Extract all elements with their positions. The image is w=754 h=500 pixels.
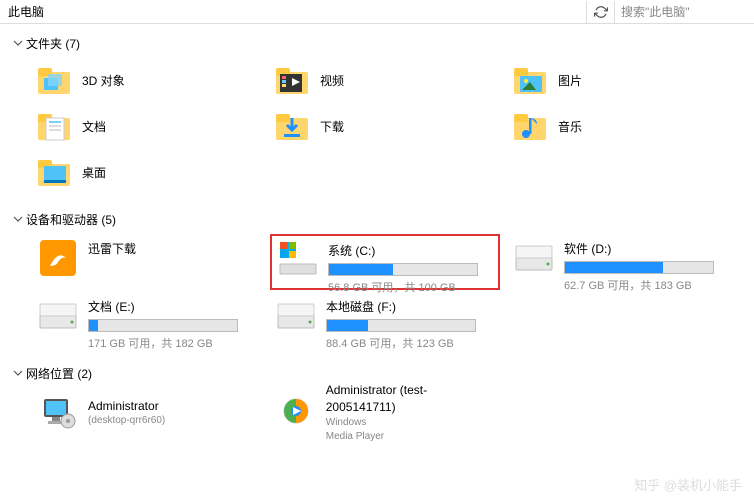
drive-status: 171 GB 可用，共 182 GB [88, 335, 258, 351]
refresh-icon [594, 5, 608, 19]
folders-section-header[interactable]: 文件夹 (7) [10, 32, 754, 54]
drive-name: 本地磁盘 (F:) [326, 298, 496, 315]
drives-section-title: 设备和驱动器 (5) [26, 211, 116, 228]
folder-icon [510, 106, 550, 146]
chevron-down-icon [12, 367, 24, 379]
drive-usage-bar [328, 263, 478, 276]
folder-icon [34, 106, 74, 146]
header-bar: 此电脑 搜索"此电脑" [0, 0, 754, 24]
drive-item[interactable]: 软件 (D:) 62.7 GB 可用，共 183 GB [508, 234, 738, 290]
drive-icon [512, 238, 556, 278]
network-section-header[interactable]: 网络位置 (2) [10, 362, 754, 384]
folders-section: 文件夹 (7) 3D 对象 视频 图片文档 下载 音乐桌面 [10, 32, 754, 202]
breadcrumb[interactable]: 此电脑 [0, 3, 586, 20]
folder-item[interactable]: 下载 [270, 104, 500, 148]
folder-item[interactable]: 3D 对象 [32, 58, 262, 102]
chevron-down-icon [12, 37, 24, 49]
drive-status: 88.4 GB 可用，共 123 GB [326, 335, 496, 351]
folder-icon [34, 152, 74, 192]
refresh-button[interactable] [586, 1, 614, 23]
folder-item[interactable]: 音乐 [508, 104, 738, 148]
network-label-line2: (desktop-qrr6r60) [88, 414, 165, 428]
drive-name: 系统 (C:) [328, 242, 494, 259]
network-item[interactable]: Administrator(desktop-qrr6r60) [32, 388, 262, 438]
drive-status: 62.7 GB 可用，共 183 GB [564, 277, 734, 293]
drive-icon [36, 238, 80, 278]
network-item[interactable]: Administrator (test-2005141711)WindowsMe… [270, 388, 500, 438]
drive-item[interactable]: 文档 (E:) 171 GB 可用，共 182 GB [32, 292, 262, 348]
network-label-line2: Windows [326, 416, 496, 430]
network-icon [36, 393, 80, 433]
drive-name: 迅雷下载 [88, 240, 258, 257]
drive-name: 文档 (E:) [88, 298, 258, 315]
drive-icon [36, 296, 80, 336]
drive-icon [274, 296, 318, 336]
folder-icon [34, 60, 74, 100]
chevron-down-icon [12, 213, 24, 225]
drive-item[interactable]: 系统 (C:)56.8 GB 可用，共 100 GB [270, 234, 500, 290]
folder-item[interactable]: 视频 [270, 58, 500, 102]
folder-label: 文档 [82, 118, 106, 135]
folder-label: 3D 对象 [82, 72, 125, 89]
network-label-line3: Media Player [326, 430, 496, 444]
network-section-title: 网络位置 (2) [26, 365, 92, 382]
folder-item[interactable]: 文档 [32, 104, 262, 148]
folder-item[interactable]: 桌面 [32, 150, 262, 194]
folder-label: 桌面 [82, 164, 106, 181]
folder-icon [272, 106, 312, 146]
search-input[interactable]: 搜索"此电脑" [614, 1, 754, 23]
drive-usage-bar [88, 319, 238, 332]
folder-label: 视频 [320, 72, 344, 89]
folder-label: 下载 [320, 118, 344, 135]
network-label-line1: Administrator (test-2005141711) [326, 382, 496, 416]
folder-label: 音乐 [558, 118, 582, 135]
drive-usage-bar [326, 319, 476, 332]
folder-item[interactable]: 图片 [508, 58, 738, 102]
drive-usage-bar [564, 261, 714, 274]
folders-section-title: 文件夹 (7) [26, 35, 80, 52]
folder-icon [510, 60, 550, 100]
network-icon [274, 393, 318, 433]
drives-section: 设备和驱动器 (5) 迅雷下载系统 (C:)56.8 GB 可用，共 100 G… [10, 208, 754, 356]
folder-icon [272, 60, 312, 100]
drive-icon [276, 240, 320, 280]
content-area: 文件夹 (7) 3D 对象 视频 图片文档 下载 音乐桌面 设备和驱动器 (5) 迅雷下… [0, 24, 754, 500]
drive-name: 软件 (D:) [564, 240, 734, 257]
drive-item[interactable]: 本地磁盘 (F:) 88.4 GB 可用，共 123 GB [270, 292, 500, 348]
network-label-line1: Administrator [88, 398, 165, 415]
drive-item[interactable]: 迅雷下载 [32, 234, 262, 290]
network-section: 网络位置 (2) Administrator(desktop-qrr6r60)A… [10, 362, 754, 446]
folder-label: 图片 [558, 72, 582, 89]
drives-section-header[interactable]: 设备和驱动器 (5) [10, 208, 754, 230]
